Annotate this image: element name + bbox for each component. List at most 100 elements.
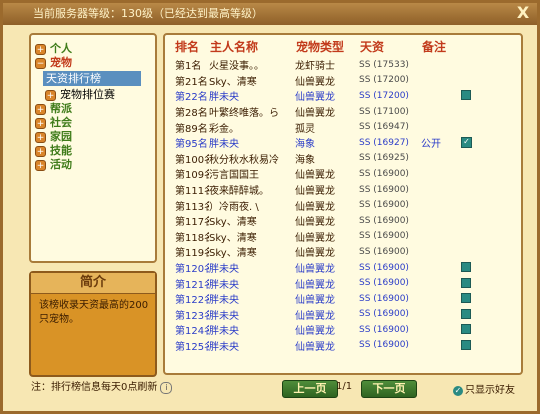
note-cell	[421, 291, 461, 307]
rank-cell: 第117名	[175, 217, 209, 229]
page-indicator: 1/1	[336, 381, 353, 392]
table-row[interactable]: 第123名胖未央 仙兽翼龙 SS (16900)	[165, 307, 521, 323]
aptitude-cell: SS (16900)	[359, 200, 409, 211]
aptitude-cell: SS (17200)	[359, 75, 409, 86]
next-page-button[interactable]: 下一页	[361, 380, 417, 398]
table-row[interactable]: 第117名Sky、清寒 仙兽翼龙 SS (16900)	[165, 213, 521, 229]
table-row[interactable]: 第22名 胖未央 仙兽翼龙 SS (17200)	[165, 88, 521, 104]
tree-item[interactable]: + 个人	[35, 41, 72, 56]
note-cell	[421, 104, 461, 120]
table-row[interactable]: 第120名胖未央 仙兽翼龙 SS (16900)	[165, 260, 521, 276]
tree-item[interactable]: 天资排行榜	[43, 71, 141, 86]
aptitude-cell: SS (16947)	[359, 122, 409, 133]
header-owner: 主人名称	[210, 39, 259, 54]
pet-type-cell: 仙兽翼龙	[295, 279, 335, 291]
checkbox-icon[interactable]	[461, 324, 471, 335]
owner-cell: 秋分秋水秋易冷	[209, 154, 279, 166]
table-row[interactable]: 第111名夜来醉醉城。 仙兽翼龙 SS (16900)	[165, 182, 521, 198]
pet-type-cell: 仙兽翼龙	[295, 326, 335, 338]
table-row[interactable]: 第95名 胖未央 海象 SS (16927) 公开 ✓	[165, 135, 521, 151]
checkbox-icon[interactable]	[461, 293, 471, 304]
note-cell	[421, 307, 461, 323]
table-row[interactable]: 第28名 叶繁终唯落。ら 仙兽翼龙 SS (17100)	[165, 104, 521, 120]
pet-type-cell: 仙兽翼龙	[295, 186, 335, 198]
checked-checkbox-icon[interactable]: ✓	[461, 137, 472, 149]
close-icon[interactable]: X	[515, 5, 531, 21]
tree-item[interactable]: + 社会	[35, 115, 72, 130]
friends-only-toggle[interactable]: ✓ 只显示好友	[453, 381, 515, 396]
plus-icon[interactable]: +	[35, 103, 46, 115]
rank-cell: 第118名	[175, 232, 209, 244]
tree-item[interactable]: + 活动	[35, 157, 72, 172]
table-row[interactable]: 第21名 Sky、清寒 仙兽翼龙 SS (17200)	[165, 73, 521, 89]
rank-cell: 第113名	[175, 201, 209, 213]
table-row[interactable]: 第121名胖未央 仙兽翼龙 SS (16900)	[165, 275, 521, 291]
check-icon[interactable]: ✓	[453, 386, 463, 396]
tree-item[interactable]: − 宠物	[35, 55, 72, 70]
header-blank	[461, 35, 521, 57]
pet-type-cell: 仙兽翼龙	[295, 232, 335, 244]
pet-type-cell: 仙兽翼龙	[295, 341, 335, 353]
intro-text: 该榜收录天资最高的200只宠物。	[39, 300, 149, 325]
table-row[interactable]: 第1名 火星没事。。 龙虾骑士 SS (17533)	[165, 57, 521, 73]
rank-cell: 第124名	[175, 326, 209, 338]
checkbox-icon[interactable]	[461, 308, 471, 319]
aptitude-cell: SS (16925)	[359, 153, 409, 164]
table-row[interactable]: 第122名胖未央 仙兽翼龙 SS (16900)	[165, 291, 521, 307]
ranking-table-panel: 排名 主人名称 宠物类型 天资 备注 第1名 火星没事。。 龙虾骑士 SS (1753…	[163, 33, 523, 375]
note-cell	[421, 275, 461, 291]
checkbox-icon[interactable]	[461, 339, 471, 350]
plus-icon[interactable]: +	[35, 159, 46, 171]
header-pet-type: 宠物类型	[296, 39, 345, 54]
tree-item[interactable]: + 家园	[35, 129, 72, 144]
visibility-cell	[461, 104, 521, 120]
plus-icon[interactable]: +	[35, 117, 46, 129]
minus-icon[interactable]: −	[35, 57, 46, 69]
plus-icon[interactable]: +	[35, 43, 46, 55]
visibility-cell	[461, 151, 521, 167]
info-icon[interactable]: i	[160, 382, 173, 394]
table-row[interactable]: 第89名 彩金。 孤灵 SS (16947)	[165, 119, 521, 135]
ranking-table: 排名 主人名称 宠物类型 天资 备注 第1名 火星没事。。 龙虾骑士 SS (1753…	[165, 35, 521, 353]
plus-icon[interactable]: +	[35, 145, 46, 157]
intro-panel: 简介 该榜收录天资最高的200只宠物。	[29, 271, 157, 377]
prev-page-button[interactable]: 上一页	[282, 380, 338, 398]
header-rank: 排名	[175, 39, 200, 54]
aptitude-cell: SS (16900)	[359, 340, 409, 351]
tree-item[interactable]: + 宠物排位赛	[45, 87, 115, 102]
aptitude-cell: SS (16900)	[359, 324, 409, 335]
rank-cell: 第89名	[175, 123, 208, 135]
plus-icon[interactable]: +	[35, 131, 46, 143]
tree-item[interactable]: + 技能	[35, 143, 72, 158]
pet-type-cell: 海象	[295, 154, 315, 166]
owner-cell: Sky、清寒	[209, 217, 257, 229]
friends-only-label: 只显示好友	[465, 385, 515, 396]
aptitude-cell: SS (16900)	[359, 278, 409, 289]
rank-cell: 第100名	[175, 154, 209, 166]
table-row[interactable]: 第113名）冷雨夜. \ 仙兽翼龙 SS (16900)	[165, 197, 521, 213]
table-row[interactable]: 第119名Sky、清寒 仙兽翼龙 SS (16900)	[165, 244, 521, 260]
plus-icon[interactable]: +	[45, 89, 56, 101]
checkbox-icon[interactable]	[461, 277, 471, 288]
table-row[interactable]: 第125名胖未央 仙兽翼龙 SS (16900)	[165, 338, 521, 354]
tree-item-label: 宠物	[50, 56, 72, 69]
pet-type-cell: 海象	[295, 139, 315, 151]
visibility-cell	[461, 291, 521, 307]
rank-cell: 第125名	[175, 341, 209, 353]
checkbox-icon[interactable]	[461, 90, 471, 101]
owner-cell: 污言国国王	[209, 170, 259, 182]
aptitude-cell: SS (17100)	[359, 106, 409, 117]
pet-type-cell: 龙虾骑士	[295, 61, 335, 73]
table-row[interactable]: 第100名秋分秋水秋易冷 海象 SS (16925)	[165, 151, 521, 167]
table-row[interactable]: 第124名胖未央 仙兽翼龙 SS (16900)	[165, 322, 521, 338]
note-cell	[421, 197, 461, 213]
owner-cell: Sky、清寒	[209, 232, 257, 244]
table-row[interactable]: 第118名Sky、清寒 仙兽翼龙 SS (16900)	[165, 229, 521, 245]
tree-item[interactable]: + 帮派	[35, 101, 72, 116]
aptitude-cell: SS (16900)	[359, 262, 409, 273]
table-row[interactable]: 第109名污言国国王 仙兽翼龙 SS (16900)	[165, 166, 521, 182]
rank-cell: 第123名	[175, 310, 209, 322]
rank-cell: 第119名	[175, 248, 209, 260]
checkbox-icon[interactable]	[461, 262, 471, 273]
rank-cell: 第95名	[175, 139, 208, 151]
